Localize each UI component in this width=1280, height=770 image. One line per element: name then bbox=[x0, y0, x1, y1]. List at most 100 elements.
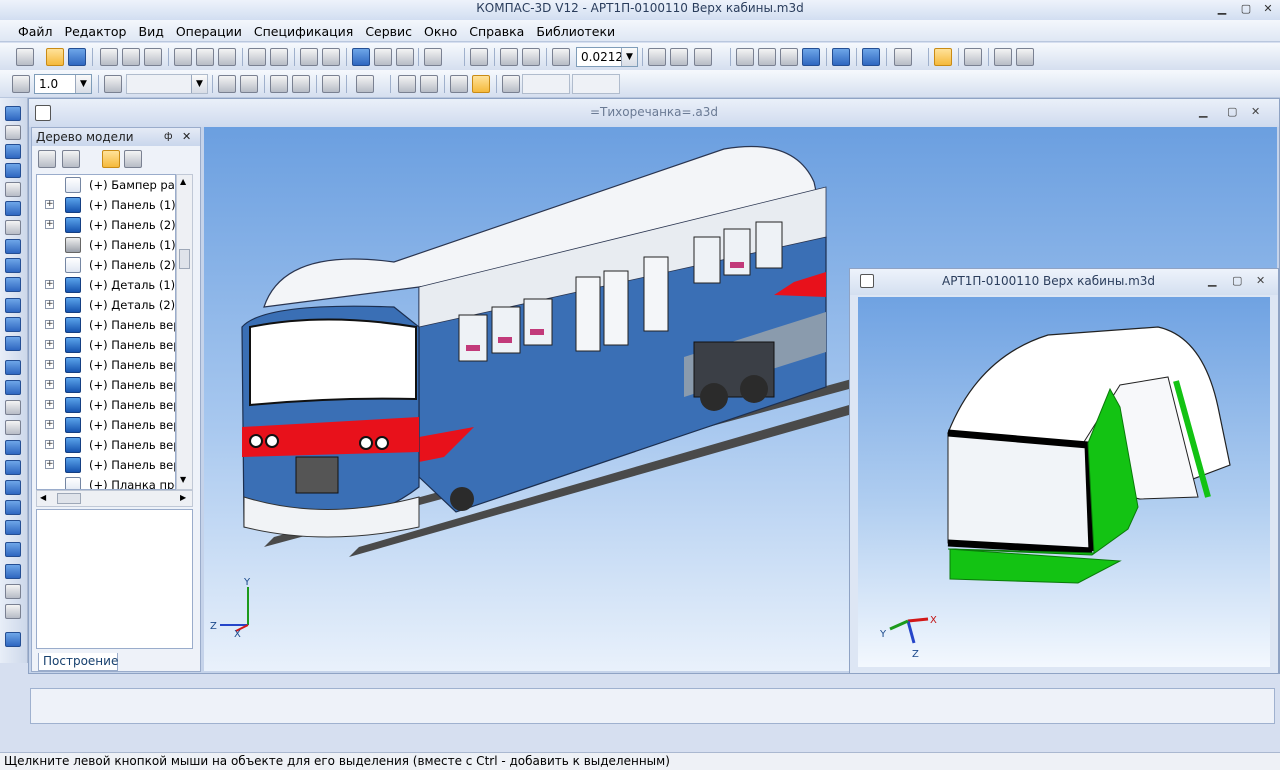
menu-file[interactable]: Файл bbox=[12, 20, 59, 40]
scroll-left-icon[interactable]: ◀ bbox=[40, 493, 46, 502]
snap-cursor-icon[interactable] bbox=[398, 75, 416, 93]
menu-view[interactable]: Вид bbox=[133, 20, 170, 40]
shaded-view-icon[interactable] bbox=[802, 48, 820, 66]
rib-icon[interactable] bbox=[5, 460, 21, 475]
variables-fx-icon[interactable] bbox=[396, 48, 414, 66]
tree-item[interactable]: + (+) Панель (2) bbox=[37, 215, 175, 235]
tab-construction[interactable]: Построение bbox=[38, 653, 118, 671]
hole-icon[interactable] bbox=[5, 480, 21, 495]
expand-icon[interactable]: + bbox=[45, 340, 54, 349]
perspective-icon[interactable] bbox=[862, 48, 880, 66]
model-manager-icon[interactable] bbox=[352, 48, 370, 66]
parametric-icon[interactable] bbox=[450, 75, 468, 93]
copy-icon[interactable] bbox=[196, 48, 214, 66]
export-icon[interactable] bbox=[144, 48, 162, 66]
print-preview-icon[interactable] bbox=[122, 48, 140, 66]
scroll-up-icon[interactable]: ▲ bbox=[180, 177, 186, 186]
draft-icon[interactable] bbox=[5, 500, 21, 515]
wireframe-view-icon[interactable] bbox=[736, 48, 754, 66]
tree-close-icon[interactable]: ✕ bbox=[182, 128, 191, 146]
maximize-button[interactable]: ▢ bbox=[1238, 2, 1254, 15]
grid-icon[interactable] bbox=[356, 75, 374, 93]
help-pointer-icon[interactable] bbox=[424, 48, 442, 66]
edit-details-icon[interactable] bbox=[5, 106, 21, 121]
doc-minimize-button[interactable]: ▁ bbox=[1199, 105, 1207, 118]
zoom-window-icon[interactable] bbox=[470, 48, 488, 66]
edit-sketch-icon[interactable] bbox=[292, 75, 310, 93]
thin-lines-icon[interactable] bbox=[780, 48, 798, 66]
menu-edit[interactable]: Редактор bbox=[59, 20, 133, 40]
menu-libraries[interactable]: Библиотеки bbox=[530, 20, 621, 40]
reports-icon[interactable] bbox=[5, 258, 21, 273]
sweep-icon[interactable] bbox=[5, 336, 21, 351]
revolve-icon[interactable] bbox=[5, 317, 21, 332]
rotate-icon[interactable] bbox=[670, 48, 688, 66]
tree-item[interactable]: (+) Панель (1) bbox=[37, 235, 175, 255]
expand-icon[interactable]: + bbox=[45, 400, 54, 409]
paste-icon[interactable] bbox=[218, 48, 236, 66]
extrude-icon[interactable] bbox=[5, 298, 21, 313]
specification-icon[interactable] bbox=[5, 239, 21, 254]
arrays-icon[interactable] bbox=[5, 163, 21, 178]
menu-help[interactable]: Справка bbox=[463, 20, 530, 40]
manager-icon[interactable] bbox=[270, 48, 288, 66]
surfaces-icon[interactable] bbox=[5, 144, 21, 159]
round-icon[interactable] bbox=[420, 75, 438, 93]
print-icon[interactable] bbox=[100, 48, 118, 66]
zoom-combo[interactable]: 0.0212 ▼ bbox=[576, 47, 638, 67]
pin-icon[interactable]: ф bbox=[164, 128, 173, 146]
part-viewport[interactable]: X Z Y bbox=[858, 297, 1270, 667]
expand-icon[interactable]: + bbox=[45, 460, 54, 469]
sections-icon[interactable] bbox=[5, 604, 21, 619]
snap-icon[interactable] bbox=[934, 48, 952, 66]
tree-item[interactable]: + (+) Панель (1) bbox=[37, 195, 175, 215]
shaded-edges-icon[interactable] bbox=[832, 48, 850, 66]
undo-icon[interactable] bbox=[300, 48, 318, 66]
menu-window[interactable]: Окно bbox=[418, 20, 463, 40]
doc-restore-button[interactable]: ▢ bbox=[1232, 274, 1242, 287]
measure-icon[interactable] bbox=[5, 201, 21, 216]
tree-view-icon[interactable] bbox=[124, 150, 142, 168]
menu-specification[interactable]: Спецификация bbox=[248, 20, 359, 40]
expand-icon[interactable]: + bbox=[45, 380, 54, 389]
rebuild-icon[interactable] bbox=[1016, 48, 1034, 66]
aux-geometry-icon[interactable] bbox=[5, 182, 21, 197]
doc-close-button[interactable]: ✕ bbox=[1256, 274, 1265, 287]
tree-item[interactable]: +(+) Панель верх bbox=[37, 415, 175, 435]
close-button[interactable]: ✕ bbox=[1260, 2, 1276, 15]
tree-filter-icon[interactable] bbox=[62, 150, 80, 168]
filter-objects-icon[interactable] bbox=[5, 220, 21, 235]
grid-step-icon[interactable] bbox=[12, 75, 30, 93]
tree-item[interactable]: +(+) Панель верх bbox=[37, 395, 175, 415]
camera-icon[interactable] bbox=[374, 48, 392, 66]
tree-item[interactable]: +(+) Панель верх bbox=[37, 435, 175, 455]
sketch-icon[interactable] bbox=[270, 75, 288, 93]
open-folder-icon[interactable] bbox=[46, 48, 64, 66]
mirror-icon[interactable] bbox=[5, 542, 21, 557]
shell-icon[interactable] bbox=[5, 440, 21, 455]
tree-mode-icon[interactable] bbox=[102, 150, 120, 168]
chevron-down-icon[interactable]: ▼ bbox=[75, 75, 91, 93]
redo-icon[interactable] bbox=[322, 48, 340, 66]
tree-horizontal-scrollbar[interactable]: ◀ ▶ bbox=[36, 490, 193, 507]
tree-item[interactable]: (+) Бампер рам bbox=[37, 175, 175, 195]
ortho-icon[interactable] bbox=[322, 75, 340, 93]
orientation-icon[interactable] bbox=[694, 48, 712, 66]
scroll-right-icon[interactable]: ▶ bbox=[180, 493, 186, 502]
properties-brush-icon[interactable] bbox=[248, 48, 266, 66]
expand-icon[interactable]: + bbox=[45, 420, 54, 429]
tree-item[interactable]: +(+) Панель верх bbox=[37, 335, 175, 355]
zoom-out-icon[interactable] bbox=[522, 48, 540, 66]
tree-item[interactable]: +(+) Панель верх bbox=[37, 375, 175, 395]
loft-icon[interactable] bbox=[5, 360, 21, 375]
fillet-icon[interactable] bbox=[5, 400, 21, 415]
pan-icon[interactable] bbox=[648, 48, 666, 66]
save-icon[interactable] bbox=[68, 48, 86, 66]
tree-item[interactable]: +(+) Панель верх bbox=[37, 315, 175, 335]
coord-x-field[interactable] bbox=[522, 74, 570, 94]
new-document-icon[interactable] bbox=[16, 48, 34, 66]
chamfer-icon[interactable] bbox=[5, 420, 21, 435]
doc-restore-button[interactable]: ▢ bbox=[1227, 105, 1237, 118]
scroll-down-icon[interactable]: ▼ bbox=[180, 475, 186, 484]
tree-item[interactable]: (+) Панель (2) bbox=[37, 255, 175, 275]
